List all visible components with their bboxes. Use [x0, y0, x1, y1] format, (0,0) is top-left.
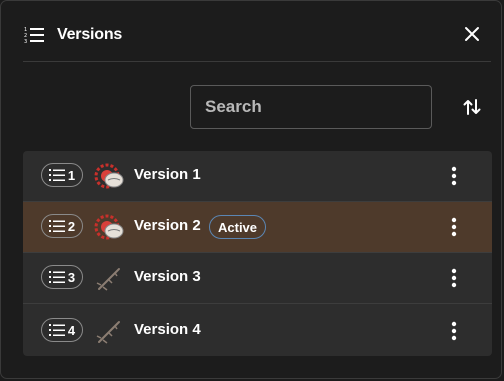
- panel-header: 1 2 3 Versions: [23, 19, 483, 51]
- version-number-badge: 2: [41, 214, 83, 238]
- numbered-list-icon: [48, 220, 65, 232]
- red-coiled-creature-thumbnail: [93, 212, 125, 242]
- version-number: 4: [67, 322, 76, 338]
- version-name: Version 1: [134, 166, 201, 183]
- list-item[interactable]: 3 Version 3: [23, 253, 492, 304]
- list-item[interactable]: 4 Version 4: [23, 304, 492, 356]
- versions-panel: 1 2 3 Versions Search 1 Version 1 2 Vers…: [0, 0, 502, 379]
- numbered-list-icon: [48, 324, 65, 336]
- version-number-badge: 3: [41, 265, 83, 289]
- version-number: 1: [67, 167, 76, 183]
- version-name: Version 2: [134, 217, 201, 234]
- sketch-rifle-thumbnail: [93, 316, 125, 346]
- search-input[interactable]: [190, 85, 432, 129]
- list-item[interactable]: 1 Version 1: [23, 151, 492, 202]
- kebab-menu-icon[interactable]: [444, 266, 464, 290]
- panel-title: Versions: [57, 26, 123, 43]
- header-divider: [23, 61, 491, 62]
- svg-text:3: 3: [24, 39, 27, 45]
- numbered-list-icon: 1 2 3: [23, 24, 45, 46]
- numbered-list-icon: [48, 169, 65, 181]
- sort-arrows-icon[interactable]: [460, 95, 484, 119]
- list-item[interactable]: 2 Version 2 Active: [23, 202, 492, 253]
- red-coiled-creature-thumbnail: [93, 161, 125, 191]
- numbered-list-icon: [48, 271, 65, 283]
- close-icon[interactable]: [461, 23, 483, 45]
- version-number-badge: 1: [41, 163, 83, 187]
- sketch-rifle-thumbnail: [93, 263, 125, 293]
- kebab-menu-icon[interactable]: [444, 215, 464, 239]
- version-number: 2: [67, 218, 76, 234]
- version-number-badge: 4: [41, 318, 83, 342]
- version-name: Version 3: [134, 268, 201, 285]
- active-badge: Active: [209, 215, 267, 239]
- kebab-menu-icon[interactable]: [444, 319, 464, 343]
- version-number: 3: [67, 269, 76, 285]
- kebab-menu-icon[interactable]: [444, 164, 464, 188]
- version-name: Version 4: [134, 321, 201, 338]
- versions-list: 1 Version 1 2 Version 2 Active 3 Version…: [23, 151, 492, 356]
